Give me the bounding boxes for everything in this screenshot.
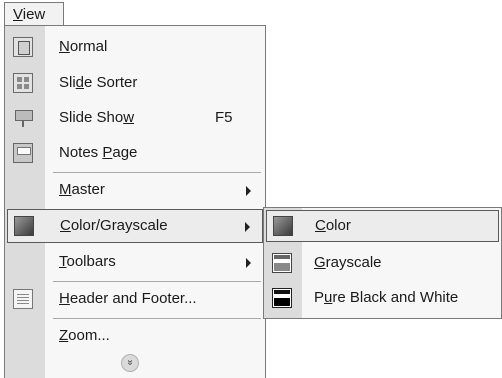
menu-item-label: Normal <box>59 38 108 55</box>
menu-item-label: Toolbars <box>59 253 116 270</box>
menu-item-label: Notes Page <box>59 144 138 161</box>
menu-item-color-grayscale[interactable]: Color/Grayscale <box>7 209 263 243</box>
slide-sorter-icon <box>13 73 33 93</box>
view-menu-label: View <box>13 6 46 23</box>
menu-item-master[interactable]: Master <box>5 173 265 207</box>
submenu-arrow-icon <box>246 186 251 196</box>
menu-item-toolbars[interactable]: Toolbars <box>5 245 265 279</box>
menu-item-notes-page[interactable]: Notes Page <box>5 136 265 170</box>
menu-item-label: Slide Sorter <box>59 74 138 91</box>
view-menu-dropdown: Normal Slide Sorter Slide Show F5 Notes … <box>4 25 266 378</box>
pure-black-white-icon <box>272 288 292 308</box>
menu-item-label: Zoom... <box>59 327 110 344</box>
color-grayscale-icon <box>14 216 34 236</box>
submenu-item-label: Grayscale <box>314 254 382 271</box>
color-icon <box>273 216 293 236</box>
submenu-item-pure-black-white[interactable]: Pure Black and White <box>264 281 501 315</box>
menu-item-slide-sorter[interactable]: Slide Sorter <box>5 66 265 100</box>
color-grayscale-submenu: Color Grayscale Pure Black and White <box>263 207 502 319</box>
menu-item-normal[interactable]: Normal <box>5 30 265 64</box>
view-menu-button[interactable]: View <box>4 2 64 26</box>
normal-view-icon <box>13 37 33 57</box>
submenu-item-label: Color <box>315 217 351 234</box>
submenu-item-grayscale[interactable]: Grayscale <box>264 246 501 280</box>
grayscale-icon <box>272 253 292 273</box>
submenu-item-label: Pure Black and White <box>314 289 459 306</box>
menu-item-header-footer[interactable]: Header and Footer... <box>5 282 265 316</box>
header-footer-icon <box>13 289 33 309</box>
menu-item-shortcut: F5 <box>215 109 233 126</box>
menu-item-label: Slide Show <box>59 109 135 126</box>
expand-menu-chevron-icon[interactable]: » <box>121 354 139 372</box>
menu-item-zoom[interactable]: Zoom... <box>5 319 265 353</box>
menu-item-label: Color/Grayscale <box>60 217 168 234</box>
menu-item-slide-show[interactable]: Slide Show F5 <box>5 101 265 135</box>
notes-page-icon <box>13 143 33 163</box>
slide-show-icon <box>13 108 33 128</box>
menu-item-label: Master <box>59 181 105 198</box>
submenu-item-color[interactable]: Color <box>266 210 499 242</box>
submenu-arrow-icon <box>245 222 250 232</box>
submenu-arrow-icon <box>246 258 251 268</box>
menu-item-label: Header and Footer... <box>59 290 197 307</box>
